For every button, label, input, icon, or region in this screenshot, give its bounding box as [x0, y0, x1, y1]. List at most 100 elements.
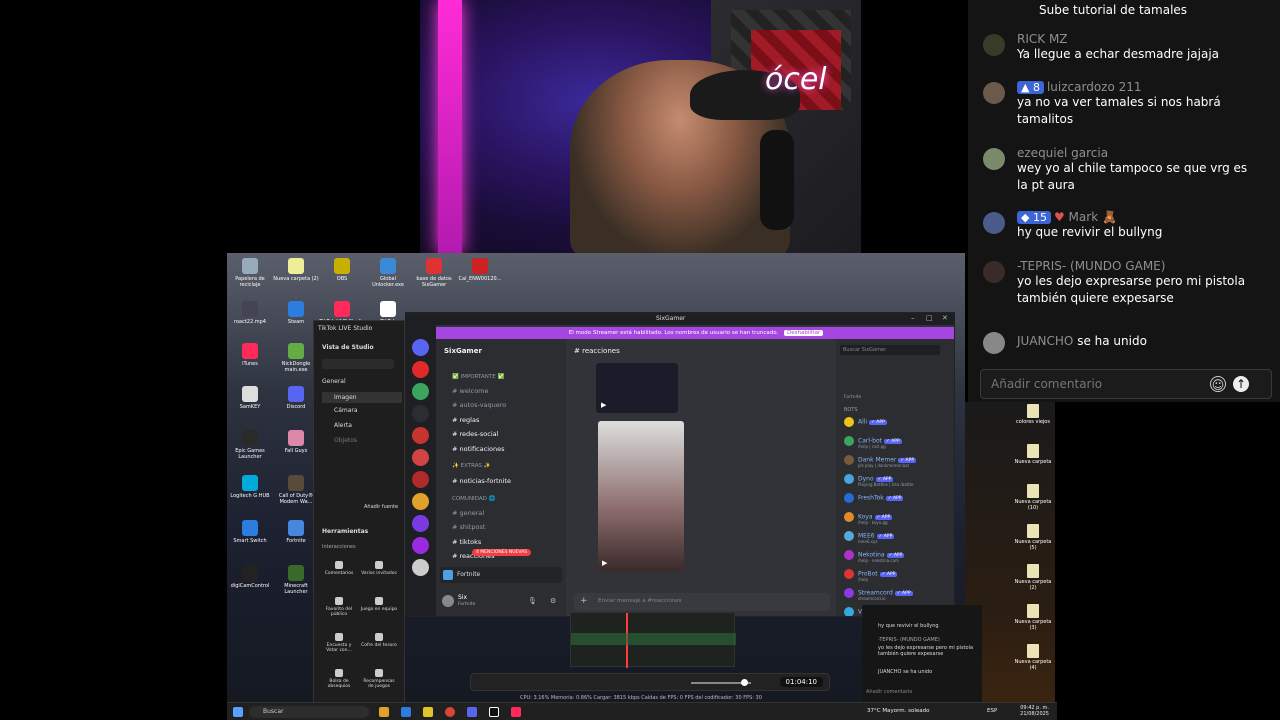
- channel-item[interactable]: # tiktoks: [452, 538, 481, 546]
- channel-item[interactable]: # notificaciones: [452, 445, 504, 453]
- language-indicator[interactable]: ESP: [987, 708, 997, 714]
- member-item[interactable]: Streamcord ✓ APP streamcord.io: [844, 588, 913, 601]
- server-name[interactable]: SixGamer: [444, 347, 482, 355]
- member-item[interactable]: Carl-bot ✓ APP/help | carl.gg: [844, 436, 902, 449]
- tiktok-icon[interactable]: [511, 707, 521, 717]
- member-item[interactable]: Alli ✓ APP: [844, 417, 887, 427]
- folder-icon[interactable]: Nueva carpeta (3): [1011, 604, 1055, 631]
- member-item[interactable]: Koya ✓ APP/help · koya.gg: [844, 512, 893, 525]
- desktop-icon[interactable]: base de datos SixGamer: [411, 258, 457, 288]
- view-toggle[interactable]: [322, 359, 394, 369]
- maximize-icon[interactable]: □: [926, 314, 933, 322]
- new-mentions-pill[interactable]: 4 MENCIONES NUEVAS: [472, 549, 532, 556]
- channel-item[interactable]: # autos-vaquero: [452, 401, 506, 409]
- category[interactable]: COMUNIDAD 🌐: [452, 496, 495, 502]
- desktop-icon[interactable]: Logitech G HUB: [227, 475, 273, 499]
- desktop-icon[interactable]: Cal_ENW00120...: [457, 258, 503, 282]
- server-icon[interactable]: [412, 383, 429, 400]
- studio-view-selector[interactable]: Vista de Studio: [322, 344, 374, 351]
- category[interactable]: ✅ IMPORTANTE ✅: [452, 374, 504, 380]
- avatar[interactable]: [442, 595, 454, 607]
- desktop-icon[interactable]: iTunes: [227, 343, 273, 367]
- emoji-icon[interactable]: ☺: [1210, 376, 1226, 392]
- send-icon[interactable]: ↑: [1233, 376, 1249, 392]
- desktop-icon[interactable]: Papelera de reciclaje: [227, 258, 273, 288]
- member-item[interactable]: Dank Memer ✓ APP pls play | dankmemer.bot: [844, 455, 917, 468]
- source-alert[interactable]: Alerta: [334, 422, 352, 429]
- tool-item[interactable]: Varios invitados: [360, 561, 398, 576]
- gear-icon[interactable]: ⚙: [550, 597, 556, 605]
- channel-item[interactable]: # welcome: [452, 387, 489, 395]
- taskbar-app-icon[interactable]: [401, 707, 411, 717]
- discord-home-icon[interactable]: [412, 339, 429, 356]
- folder-icon[interactable]: Nueva carpeta (2): [1011, 564, 1055, 591]
- tool-item[interactable]: Juego en equipo: [360, 597, 398, 612]
- comment-input[interactable]: [991, 377, 1201, 391]
- server-icon[interactable]: [412, 449, 429, 466]
- tool-item[interactable]: Bolsa de obsequios: [320, 669, 358, 689]
- taskbar-app-icon[interactable]: [423, 707, 433, 717]
- scene-general[interactable]: General: [322, 378, 346, 385]
- member-item[interactable]: Nekotina ✓ APP/help · nekotina.com: [844, 550, 905, 563]
- source-image[interactable]: Imagen: [322, 392, 402, 403]
- member-item[interactable]: FreshTok ✓ APP: [844, 493, 904, 503]
- member-item[interactable]: ProBot ✓ APP/help: [844, 569, 898, 582]
- comment-input-box[interactable]: ☺ ↑: [980, 369, 1272, 399]
- video-attachment[interactable]: ▶: [598, 421, 684, 571]
- category[interactable]: ✨ EXTRAS ✨: [452, 463, 491, 469]
- desktop-icon[interactable]: Epic Games Launcher: [227, 430, 273, 460]
- server-icon[interactable]: [412, 537, 429, 554]
- weather-widget[interactable]: 37°C Mayorm. soleado: [867, 708, 929, 714]
- clock[interactable]: 09:42 p. m. 21/08/2025: [1020, 705, 1049, 717]
- tool-item[interactable]: Cofre del tesoro: [360, 633, 398, 648]
- minimize-icon[interactable]: –: [911, 314, 915, 322]
- channel-item[interactable]: # shitpost: [452, 523, 485, 531]
- server-icon[interactable]: [412, 405, 429, 422]
- play-icon[interactable]: ▶: [602, 559, 607, 567]
- folder-icon[interactable]: Nueva carpeta: [1011, 444, 1055, 465]
- desktop-icon[interactable]: Global Unlocker.exe: [365, 258, 411, 288]
- member-item[interactable]: MEE6 ✓ APP mee6.xyz: [844, 531, 895, 544]
- server-icon[interactable]: [412, 471, 429, 488]
- tool-item[interactable]: Comentarios: [320, 561, 358, 576]
- add-source-button[interactable]: Añadir fuente: [364, 504, 398, 510]
- source-camera[interactable]: Cámara: [334, 407, 358, 414]
- voice-channel-card[interactable]: Fortnite: [440, 567, 562, 583]
- folder-icon[interactable]: colores viejos: [1011, 404, 1055, 425]
- desktop-icon[interactable]: Nueva carpeta (2): [273, 258, 319, 282]
- tool-item[interactable]: Recompensas de juegos: [360, 669, 398, 689]
- desktop-icon[interactable]: roact22.mp4: [227, 301, 273, 325]
- close-icon[interactable]: ✕: [942, 314, 948, 322]
- desktop-icon[interactable]: Smart Switch: [227, 520, 273, 544]
- channel-item[interactable]: # reglas: [452, 416, 479, 424]
- desktop-icon[interactable]: digiCamControl: [227, 565, 273, 589]
- folder-icon[interactable]: Nueva carpeta (10): [1011, 484, 1055, 511]
- desktop-icon[interactable]: SamKEY: [227, 386, 273, 410]
- channel-item[interactable]: # noticias-fortnite: [452, 477, 511, 485]
- microphone-icon[interactable]: 🎙: [528, 597, 537, 605]
- disable-streamer-button[interactable]: Deshabilitar: [784, 330, 824, 336]
- server-icon[interactable]: [412, 515, 429, 532]
- message-box[interactable]: + Enviar mensaje a #reacciones: [574, 593, 830, 611]
- video-attachment[interactable]: ▶: [596, 363, 678, 413]
- folder-icon[interactable]: Nueva carpeta (4): [1011, 644, 1055, 671]
- search-input[interactable]: Buscar SixGamer: [840, 345, 940, 355]
- taskbar-app-icon[interactable]: [379, 707, 389, 717]
- server-icon[interactable]: [412, 427, 429, 444]
- volume-handle[interactable]: [741, 679, 748, 686]
- source-objects[interactable]: Objetos: [334, 437, 357, 444]
- channel-item[interactable]: # general: [452, 509, 484, 517]
- folder-icon[interactable]: Nueva carpeta (5): [1011, 524, 1055, 551]
- channel-item[interactable]: # redes-social: [452, 430, 498, 438]
- desktop-icon[interactable]: OBS: [319, 258, 365, 282]
- server-icon[interactable]: [412, 559, 429, 576]
- add-attachment-icon[interactable]: +: [580, 596, 588, 606]
- member-item[interactable]: Dyno ✓ APP Playing Battles | Use /battle: [844, 474, 913, 487]
- obs-icon[interactable]: [489, 707, 499, 717]
- server-icon[interactable]: [412, 493, 429, 510]
- start-icon[interactable]: [233, 707, 243, 717]
- discord-icon[interactable]: [467, 707, 477, 717]
- play-icon[interactable]: ▶: [601, 401, 606, 409]
- chrome-icon[interactable]: [445, 707, 455, 717]
- server-icon[interactable]: [412, 361, 429, 378]
